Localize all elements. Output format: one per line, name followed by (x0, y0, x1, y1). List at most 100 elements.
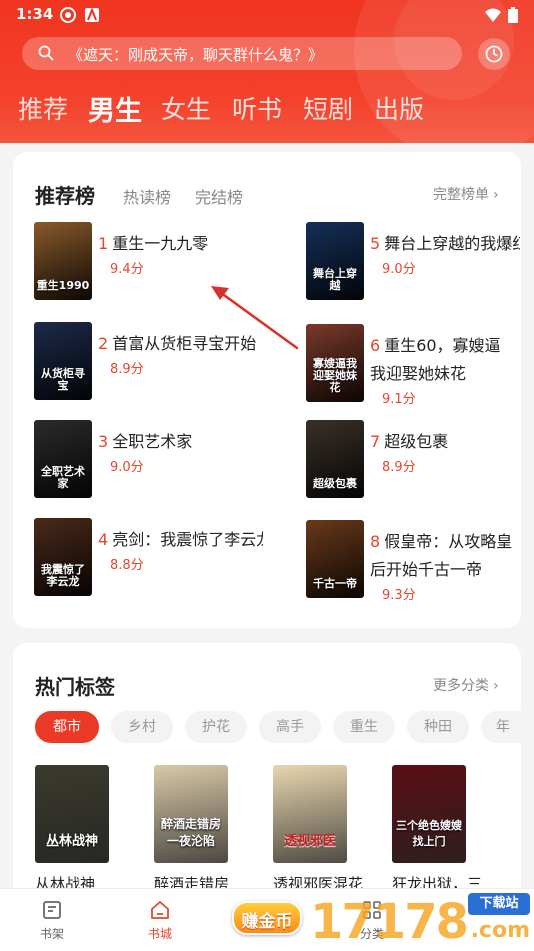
hot-tags-card: 热门标签 更多分类 › 都市 乡村 护花 高手 重生 种田 年 丛林战神 从林战神… (13, 643, 521, 903)
cover-title: 超级包裹 (313, 477, 357, 490)
tab-female[interactable]: 女生 (161, 90, 211, 126)
book-cover: 从货柜寻宝 (34, 322, 92, 400)
watermark-suffix: .com (470, 918, 530, 943)
cover-title: 丛林战神 (45, 834, 98, 849)
full-ranking-link[interactable]: 完整榜单 › (433, 184, 499, 204)
book-score: 8.8分 (110, 558, 144, 573)
book-cover: 重生1990 (34, 222, 92, 300)
earn-coins-button[interactable]: 赚金币 (230, 895, 302, 937)
book-rank: 3 (98, 432, 109, 451)
book-title-text: 亮剑：我震惊了李云龙 (112, 530, 263, 549)
book-score: 9.3分 (382, 588, 416, 603)
battery-icon (508, 7, 518, 23)
cover-title: 我震惊了李云龙 (41, 563, 85, 588)
book-cover: 醉酒走错房 一夜沦陷 (154, 765, 228, 863)
book-title: 3 全职艺术家 (98, 428, 263, 456)
status-time: 1:34 (16, 5, 54, 23)
book-item[interactable]: 超级包裹 7 超级包裹 8.9分 (306, 420, 520, 500)
book-cover: 寡嫂逼我迎娶她妹花 (306, 324, 364, 402)
book-title: 7 超级包裹 (370, 428, 520, 456)
tag-chip[interactable]: 高手 (259, 711, 321, 743)
search-placeholder: 《遮天：刚成天帝，聊天群什么鬼？》 (68, 46, 324, 64)
book-item[interactable]: 全职艺术家 3 全职艺术家 9.0分 (34, 420, 264, 500)
tag-chip[interactable]: 乡村 (111, 711, 173, 743)
tab-recommend[interactable]: 推荐 (18, 90, 68, 126)
cover-title: 寡嫂逼我迎娶她妹花 (313, 357, 357, 394)
book-rank: 5 (370, 234, 381, 253)
tag-chip[interactable]: 种田 (407, 711, 469, 743)
book-score: 9.0分 (110, 460, 144, 475)
book-cover: 全职艺术家 (34, 420, 92, 498)
book-item[interactable]: 舞台上穿越 5 舞台上穿越的我爆红 9.0分 (306, 222, 520, 302)
book-score: 8.9分 (110, 362, 144, 377)
book-rank: 6 (370, 336, 381, 355)
tag-chip[interactable]: 都市 (35, 711, 99, 743)
tag-list: 都市 乡村 护花 高手 重生 种田 年 (35, 711, 521, 745)
clock-icon (485, 45, 503, 63)
book-item[interactable]: 我震惊了李云龙 4 亮剑：我震惊了李云龙 8.8分 (34, 518, 264, 598)
nav-bookstore-label: 书城 (147, 927, 172, 941)
book-title-text: 重生60，寡嫂逼我迎娶她妹花 (370, 336, 501, 383)
tag-book-item[interactable]: 三个绝色嫂嫂找上门 狂龙出狱，三 (392, 765, 482, 894)
tab-short-drama[interactable]: 短剧 (303, 90, 353, 126)
nav-bookshelf[interactable]: 书架 (22, 895, 82, 942)
book-title-text: 舞台上穿越的我爆红 (384, 234, 520, 253)
history-button[interactable] (478, 38, 510, 70)
book-item[interactable]: 寡嫂逼我迎娶她妹花 6 重生60，寡嫂逼我迎娶她妹花 9.1分 (306, 324, 520, 420)
book-title: 4 亮剑：我震惊了李云龙 (98, 526, 263, 554)
tag-chip[interactable]: 重生 (333, 711, 395, 743)
book-title: 1 重生一九九零 (98, 230, 263, 258)
nav-bookstore[interactable]: 书城 (130, 895, 190, 942)
book-rank: 7 (370, 432, 381, 451)
tag-book-item[interactable]: 醉酒走错房 一夜沦陷 醉酒走错房 (154, 765, 234, 894)
book-title-text: 假皇帝：从攻略皇后开始千古一帝 (370, 532, 513, 579)
book-cover: 千古一帝 (306, 520, 364, 598)
search-icon (38, 45, 54, 61)
book-cover: 丛林战神 (35, 765, 109, 863)
tag-book-item[interactable]: 丛林战神 从林战神 (35, 765, 115, 894)
tab-completed[interactable]: 完结榜 (195, 184, 243, 208)
book-item[interactable]: 千古一帝 8 假皇帝：从攻略皇后开始千古一帝 9.3分 (306, 520, 520, 616)
header: 1:34 《遮天：刚成天帝，聊天群什么鬼？》 推荐 男生 女生 听书 短剧 出版 (0, 0, 534, 143)
tab-male[interactable]: 男生 (88, 89, 142, 128)
book-score: 9.0分 (382, 262, 416, 277)
more-categories-link[interactable]: 更多分类 › (433, 675, 499, 695)
tab-audiobook[interactable]: 听书 (232, 90, 282, 126)
book-rank: 8 (370, 532, 381, 551)
annotation-arrow-icon (211, 286, 299, 350)
status-bar: 1:34 (0, 0, 534, 30)
chevron-right-icon: › (493, 187, 499, 203)
cover-title: 三个绝色嫂嫂找上门 (396, 819, 462, 848)
cover-title: 千古一帝 (313, 577, 357, 590)
tag-chip[interactable]: 护花 (185, 711, 247, 743)
wifi-icon (485, 8, 501, 22)
book-score: 9.4分 (110, 262, 144, 277)
book-title: 8 假皇帝：从攻略皇后开始千古一帝 (370, 528, 515, 584)
book-title: 5 舞台上穿越的我爆红 (370, 230, 520, 258)
book-cover: 透视邪医 (273, 765, 347, 863)
tag-book-item[interactable]: 透视邪医 透视邪医混花 (273, 765, 363, 894)
book-rank: 4 (98, 530, 109, 549)
book-cover: 超级包裹 (306, 420, 364, 498)
app-notification-icon (60, 7, 76, 23)
book-score: 8.9分 (382, 460, 416, 475)
book-title: 6 重生60，寡嫂逼我迎娶她妹花 (370, 332, 515, 388)
full-ranking-label: 完整榜单 (433, 187, 489, 203)
a-notification-icon (85, 7, 99, 22)
watermark-badge: 下载站 (468, 893, 530, 915)
book-cover: 我震惊了李云龙 (34, 518, 92, 596)
hot-tags-title: 热门标签 (35, 675, 115, 699)
cover-title: 从货柜寻宝 (41, 367, 85, 392)
book-rank: 1 (98, 234, 109, 253)
bookstore-icon (151, 901, 169, 919)
bookshelf-icon (43, 901, 61, 919)
ranking-title: 推荐榜 (35, 184, 95, 208)
book-rank: 2 (98, 334, 109, 353)
tag-chip[interactable]: 年 (481, 711, 521, 743)
cover-title: 全职艺术家 (41, 465, 85, 490)
site-watermark: 17178 下载站 .com (310, 888, 534, 950)
tab-publish[interactable]: 出版 (374, 90, 424, 126)
cover-title: 重生1990 (36, 279, 90, 292)
tab-hot-read[interactable]: 热读榜 (123, 184, 171, 208)
search-bar[interactable]: 《遮天：刚成天帝，聊天群什么鬼？》 (22, 37, 462, 70)
